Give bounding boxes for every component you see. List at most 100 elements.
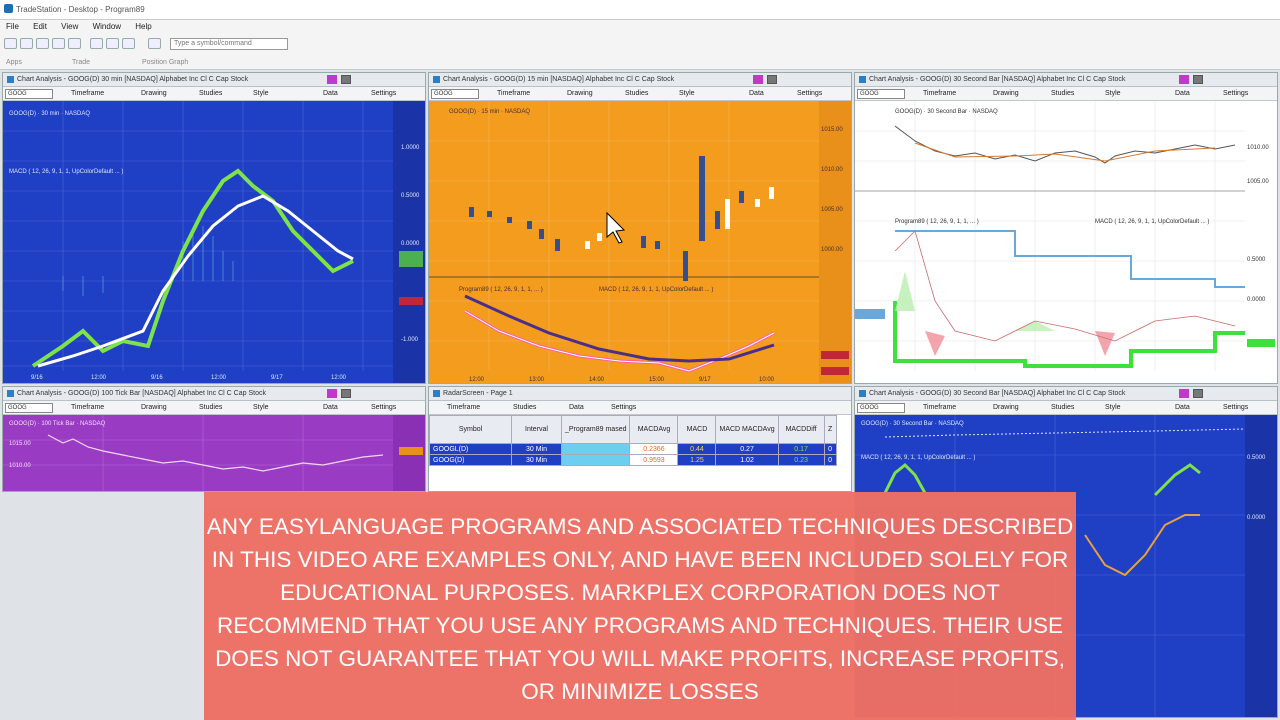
chart-pane-100tick[interactable]: Chart Analysis - GOOG(D) 100 Tick Bar [N…	[2, 386, 426, 492]
chart-svg[interactable]: GOOG(D) · 100 Tick Bar · NASDAQ 1015.00 10…	[3, 415, 425, 492]
link-icon[interactable]	[327, 389, 337, 398]
data-button[interactable]: Data	[569, 404, 584, 411]
column-header[interactable]: MACD	[677, 415, 717, 444]
drawing-button[interactable]: Drawing	[141, 404, 167, 411]
symbol-command-input[interactable]: Type a symbol/command	[170, 38, 288, 50]
style-button[interactable]: Style	[253, 90, 269, 97]
chart-svg[interactable]: GOOG(D) · 30 Second Bar · NASDAQ Program…	[855, 101, 1277, 383]
window-icon[interactable]	[767, 75, 777, 84]
chart-pane-30sec[interactable]: Chart Analysis - GOOG(D) 30 Second Bar […	[854, 72, 1278, 384]
link-icon[interactable]	[1179, 389, 1189, 398]
table-row[interactable]: GOOGL(D) 30 Min 0.2366 0.44 0.27 0.17 0	[429, 443, 837, 455]
symbol-field[interactable]: GOOG	[431, 89, 479, 99]
buy-icon[interactable]	[106, 38, 119, 49]
window-icon[interactable]	[341, 389, 351, 398]
settings-button[interactable]: Settings	[371, 404, 396, 411]
data-button[interactable]: Data	[1175, 404, 1190, 411]
link-icon[interactable]	[753, 75, 763, 84]
chart-canvas[interactable]: GOOG(D) · 30 min · NASDAQ MACD ( 12, 26,…	[3, 101, 425, 383]
column-header[interactable]: Z	[823, 415, 837, 444]
timeframe-button[interactable]: Timeframe	[923, 90, 956, 97]
menu-window[interactable]: Window	[87, 20, 127, 33]
pane-header: Chart Analysis - GOOG(D) 100 Tick Bar [N…	[3, 387, 425, 401]
chart-canvas[interactable]: GOOG(D) · 100 Tick Bar · NASDAQ 1015.00 10…	[3, 415, 425, 491]
chart-pane-15min[interactable]: Chart Analysis - GOOG(D) 15 min [NASDAQ]…	[428, 72, 852, 384]
diff-cell: 0.17	[777, 443, 825, 455]
timeframe-button[interactable]: Timeframe	[71, 90, 104, 97]
symbol-field[interactable]: GOOG	[5, 89, 53, 99]
chart-analysis-icon	[433, 76, 440, 83]
chart-canvas[interactable]: GOOG(D) · 15 min · NASDAQ Program89 ( 12…	[429, 101, 851, 383]
order-icon[interactable]	[90, 38, 103, 49]
open-icon[interactable]	[20, 38, 33, 49]
chart-pane-30min[interactable]: Chart Analysis - GOOG(D) 30 min [NASDAQ]…	[2, 72, 426, 384]
timeframe-button[interactable]: Timeframe	[497, 90, 530, 97]
timeframe-button[interactable]: Timeframe	[923, 404, 956, 411]
menu-edit[interactable]: Edit	[27, 20, 53, 33]
settings-button[interactable]: Settings	[1223, 404, 1248, 411]
table-row[interactable]: GOOG(D) 30 Min 0.9593 1.25 1.02 0.23 0	[429, 454, 837, 466]
settings-button[interactable]: Settings	[797, 90, 822, 97]
drawing-button[interactable]: Drawing	[993, 90, 1019, 97]
timeframe-button[interactable]: Timeframe	[447, 404, 480, 411]
menu-help[interactable]: Help	[129, 20, 157, 33]
studies-button[interactable]: Studies	[1051, 404, 1074, 411]
interval-cell: 30 Min	[511, 454, 562, 466]
studies-button[interactable]: Studies	[625, 90, 648, 97]
svg-text:MACD ( 12, 26, 9, 1, 1, UpColo: MACD ( 12, 26, 9, 1, 1, UpColorDefault .…	[599, 287, 713, 293]
drawing-button[interactable]: Drawing	[567, 90, 593, 97]
window-icon[interactable]	[1193, 75, 1203, 84]
symbol-cell[interactable]: GOOG(D)	[429, 454, 512, 466]
chart-svg[interactable]: GOOG(D) · 30 min · NASDAQ MACD ( 12, 26,…	[3, 101, 425, 383]
studies-button[interactable]: Studies	[513, 404, 536, 411]
link-icon[interactable]	[1179, 75, 1189, 84]
window-icon[interactable]	[1193, 389, 1203, 398]
data-button[interactable]: Data	[1175, 90, 1190, 97]
column-header[interactable]: _Program89 mased	[560, 415, 631, 444]
studies-button[interactable]: Studies	[1051, 90, 1074, 97]
symbol-field[interactable]: GOOG	[5, 403, 53, 413]
symbol-field[interactable]: GOOG	[857, 403, 905, 413]
alert-icon[interactable]	[148, 38, 161, 49]
chart-canvas[interactable]: GOOG(D) · 30 Second Bar · NASDAQ Program…	[855, 101, 1277, 383]
symbol-field[interactable]: GOOG	[857, 89, 905, 99]
column-header[interactable]: Symbol	[429, 415, 512, 444]
program89-cell	[560, 443, 631, 455]
column-header[interactable]: MACDAvg	[629, 415, 679, 444]
radarscreen-pane[interactable]: RadarScreen - Page 1 Timeframe Studies D…	[428, 386, 852, 492]
pane-toolbar: GOOG Timeframe Drawing Studies Style Dat…	[3, 401, 425, 415]
save-icon[interactable]	[36, 38, 49, 49]
window-icon[interactable]	[341, 75, 351, 84]
symbol-cell[interactable]: GOOGL(D)	[429, 443, 512, 455]
style-button[interactable]: Style	[679, 90, 695, 97]
link-icon[interactable]	[327, 75, 337, 84]
print-icon[interactable]	[52, 38, 65, 49]
column-header[interactable]: MACDDiff	[777, 415, 825, 444]
column-header[interactable]: Interval	[511, 415, 562, 444]
menu-file[interactable]: File	[0, 20, 25, 33]
macdavg-cell: 0.2366	[629, 443, 679, 455]
chart-icon[interactable]	[68, 38, 81, 49]
drawing-button[interactable]: Drawing	[993, 404, 1019, 411]
data-button[interactable]: Data	[323, 90, 338, 97]
timeframe-button[interactable]: Timeframe	[71, 404, 104, 411]
chart-analysis-icon	[7, 390, 14, 397]
style-button[interactable]: Style	[253, 404, 269, 411]
drawing-button[interactable]: Drawing	[141, 90, 167, 97]
style-button[interactable]: Style	[1105, 404, 1121, 411]
style-button[interactable]: Style	[1105, 90, 1121, 97]
studies-button[interactable]: Studies	[199, 90, 222, 97]
column-header[interactable]: MACD MACDAvg	[715, 415, 779, 444]
menu-view[interactable]: View	[55, 20, 84, 33]
data-button[interactable]: Data	[323, 404, 338, 411]
studies-button[interactable]: Studies	[199, 404, 222, 411]
settings-button[interactable]: Settings	[1223, 90, 1248, 97]
new-icon[interactable]	[4, 38, 17, 49]
svg-text:1010.00: 1010.00	[9, 463, 31, 469]
settings-button[interactable]: Settings	[371, 90, 396, 97]
svg-text:9/17: 9/17	[271, 375, 283, 381]
sell-icon[interactable]	[122, 38, 135, 49]
data-button[interactable]: Data	[749, 90, 764, 97]
chart-svg[interactable]: GOOG(D) · 15 min · NASDAQ Program89 ( 12…	[429, 101, 851, 383]
settings-button[interactable]: Settings	[611, 404, 636, 411]
